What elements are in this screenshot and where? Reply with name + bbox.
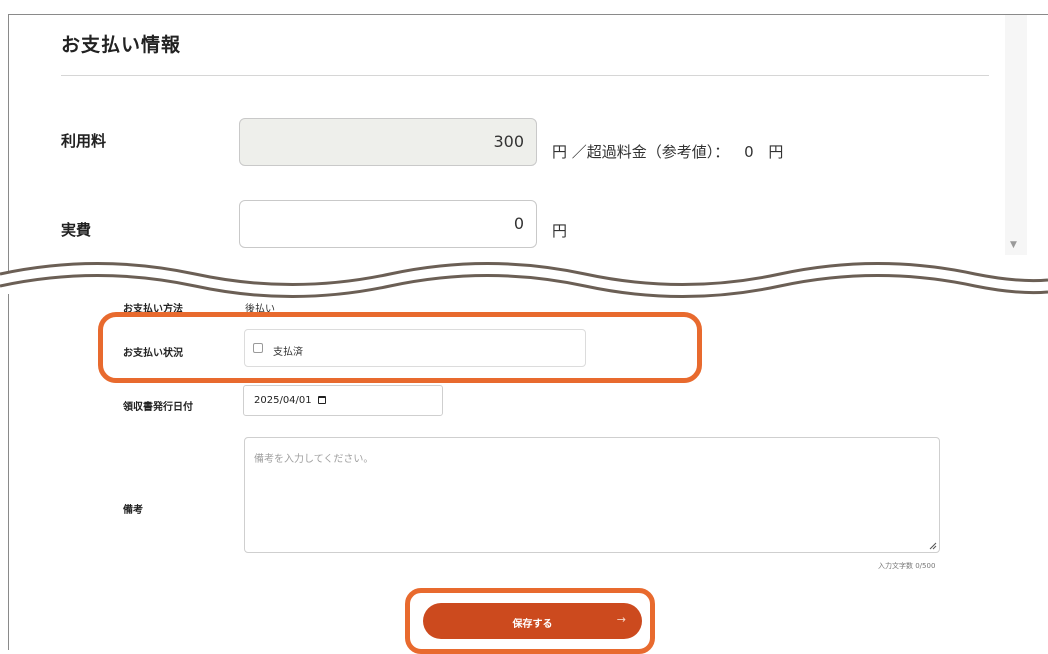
remarks-placeholder: 備考を入力してください。	[254, 454, 374, 465]
actual-cost-field[interactable]: 0	[239, 200, 537, 248]
status-highlight-frame	[98, 312, 702, 383]
overage-unit: 円	[768, 143, 784, 161]
section-title: お支払い情報	[61, 34, 182, 56]
receipt-date-value: 2025/04/01	[254, 395, 312, 406]
fee-field: 300	[239, 118, 537, 166]
save-highlight-frame	[405, 588, 655, 654]
scroll-down-icon[interactable]: ▼	[1010, 240, 1017, 250]
scrollbar-track[interactable]	[1005, 15, 1027, 255]
fee-unit-note: 円 ／超過料金（参考値）： 0 円	[552, 141, 783, 162]
section-break-wave	[0, 262, 1048, 298]
calendar-icon[interactable]	[318, 396, 326, 404]
fee-label: 利用料	[61, 132, 107, 150]
overage-value: 0	[744, 143, 754, 161]
window-frame-top	[8, 14, 1048, 15]
char-counter: 入力文字数 0/500	[878, 562, 936, 570]
section-divider	[61, 75, 989, 76]
actual-cost-unit: 円	[552, 222, 568, 240]
receipt-date-label: 領収書発行日付	[123, 402, 193, 413]
remarks-label: 備考	[123, 505, 143, 516]
fee-unit-text: 円 ／超過料金（参考値）：	[552, 143, 730, 161]
resize-handle-icon[interactable]	[929, 542, 937, 550]
actual-cost-label: 実費	[61, 221, 92, 239]
